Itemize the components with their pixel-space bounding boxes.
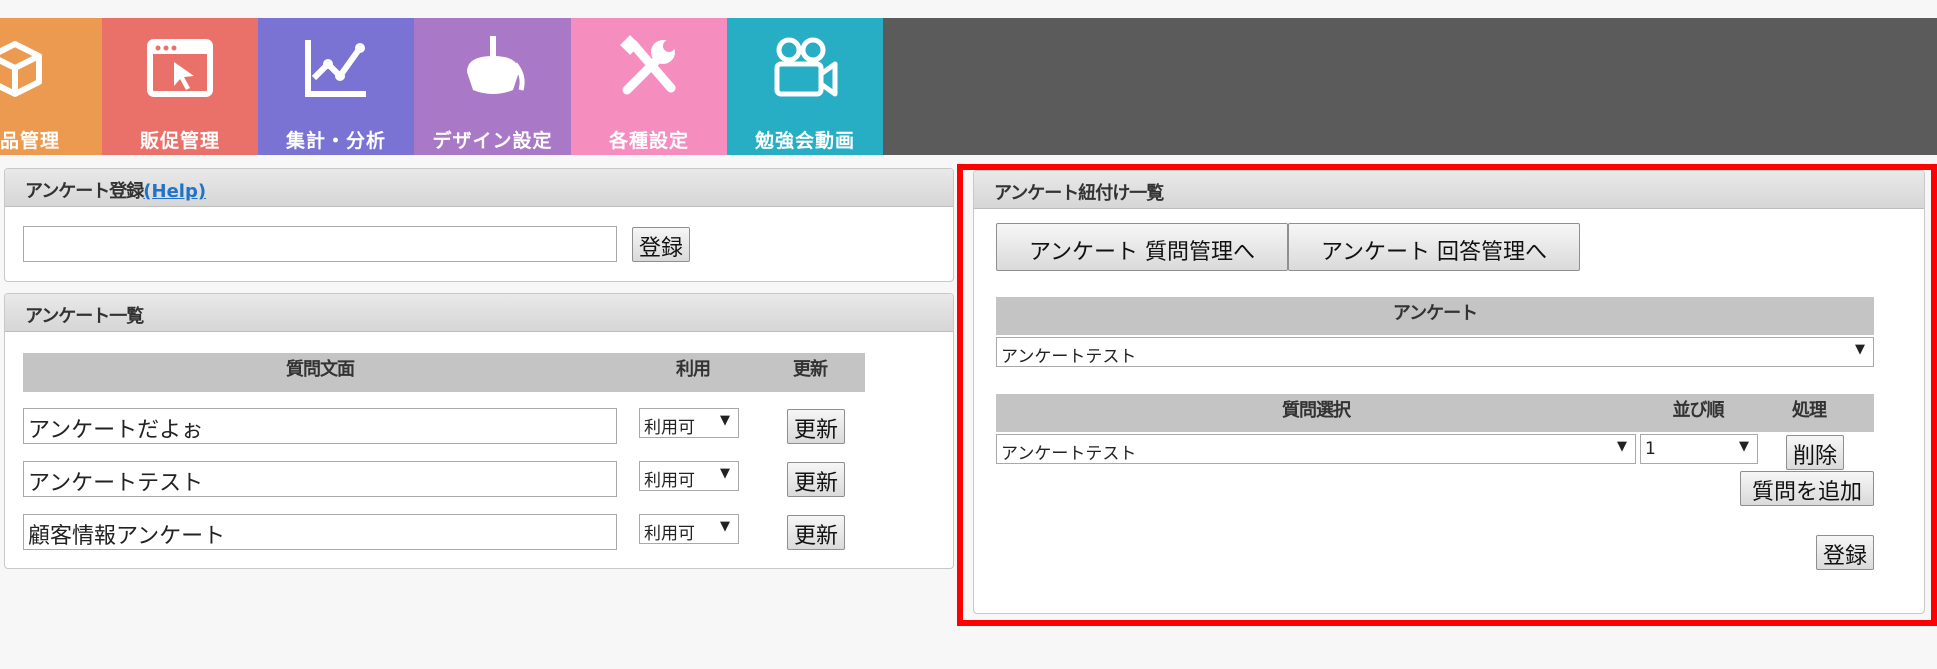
column-header-update: 更新 <box>793 359 828 380</box>
usage-select[interactable]: 利用可 ▼ <box>639 461 739 491</box>
panel-header: アンケート登録(Help) <box>5 169 953 207</box>
nav-label: 勉強会動画 <box>754 130 855 152</box>
survey-name-input[interactable] <box>23 226 617 262</box>
nav-label: 各種設定 <box>608 130 689 152</box>
question-text-input[interactable]: 顧客情報アンケート <box>23 514 617 550</box>
question-text-input[interactable]: アンケートだよぉ <box>23 408 617 444</box>
usage-select-value: 利用可 <box>644 524 695 544</box>
usage-select[interactable]: 利用可 ▼ <box>639 408 739 438</box>
paint-bucket-icon <box>466 36 525 94</box>
column-header-question: 質問文面 <box>286 359 355 380</box>
survey-register-panel: アンケート登録(Help) 登録 <box>4 168 954 282</box>
usage-select-value: 利用可 <box>644 418 695 438</box>
help-link[interactable]: (Help) <box>143 181 206 202</box>
update-button[interactable]: 更新 <box>787 515 845 550</box>
nav-item-design-settings[interactable]: デザイン設定 <box>414 18 571 155</box>
browser-cursor-icon <box>147 39 213 97</box>
nav-label: 集計・分析 <box>285 130 386 152</box>
dropdown-arrow-icon: ▼ <box>720 519 730 534</box>
nav-label: デザイン設定 <box>432 130 553 152</box>
column-header-usage: 利用 <box>676 359 711 380</box>
panel-header: アンケート一覧 <box>5 294 953 332</box>
update-button[interactable]: 更新 <box>787 409 845 444</box>
nav-item-product-management[interactable]: 品管理 <box>0 18 102 155</box>
update-button[interactable]: 更新 <box>787 462 845 497</box>
nav-label: 品管理 <box>0 130 61 152</box>
nav-item-analytics[interactable]: 集計・分析 <box>258 18 414 155</box>
usage-select[interactable]: 利用可 ▼ <box>639 514 739 544</box>
highlight-frame <box>957 164 1937 626</box>
panel-title: アンケート一覧 <box>25 306 144 327</box>
dropdown-arrow-icon: ▼ <box>720 413 730 428</box>
nav-item-study-videos[interactable]: 勉強会動画 <box>727 18 883 155</box>
survey-list-panel: アンケート一覧 質問文面 利用 更新 アンケートだよぉ 利用可 ▼ 更新 アンケー… <box>4 293 954 569</box>
video-camera-icon <box>774 37 838 97</box>
nav-item-sales-promotion[interactable]: 販促管理 <box>102 18 258 155</box>
top-navigation-bar: 品管理 販促管理 集計・分析 デザイン設定 各種設定 勉強会動画 <box>0 18 1937 155</box>
nav-label: 販促管理 <box>139 130 220 152</box>
usage-select-value: 利用可 <box>644 471 695 491</box>
register-button[interactable]: 登録 <box>632 227 690 262</box>
line-chart-icon <box>305 40 366 97</box>
dropdown-arrow-icon: ▼ <box>720 466 730 481</box>
box-icon <box>0 41 42 97</box>
panel-title: アンケート登録 <box>25 181 144 202</box>
nav-item-various-settings[interactable]: 各種設定 <box>571 18 727 155</box>
tools-icon <box>620 35 676 95</box>
question-text-input[interactable]: アンケートテスト <box>23 461 617 497</box>
